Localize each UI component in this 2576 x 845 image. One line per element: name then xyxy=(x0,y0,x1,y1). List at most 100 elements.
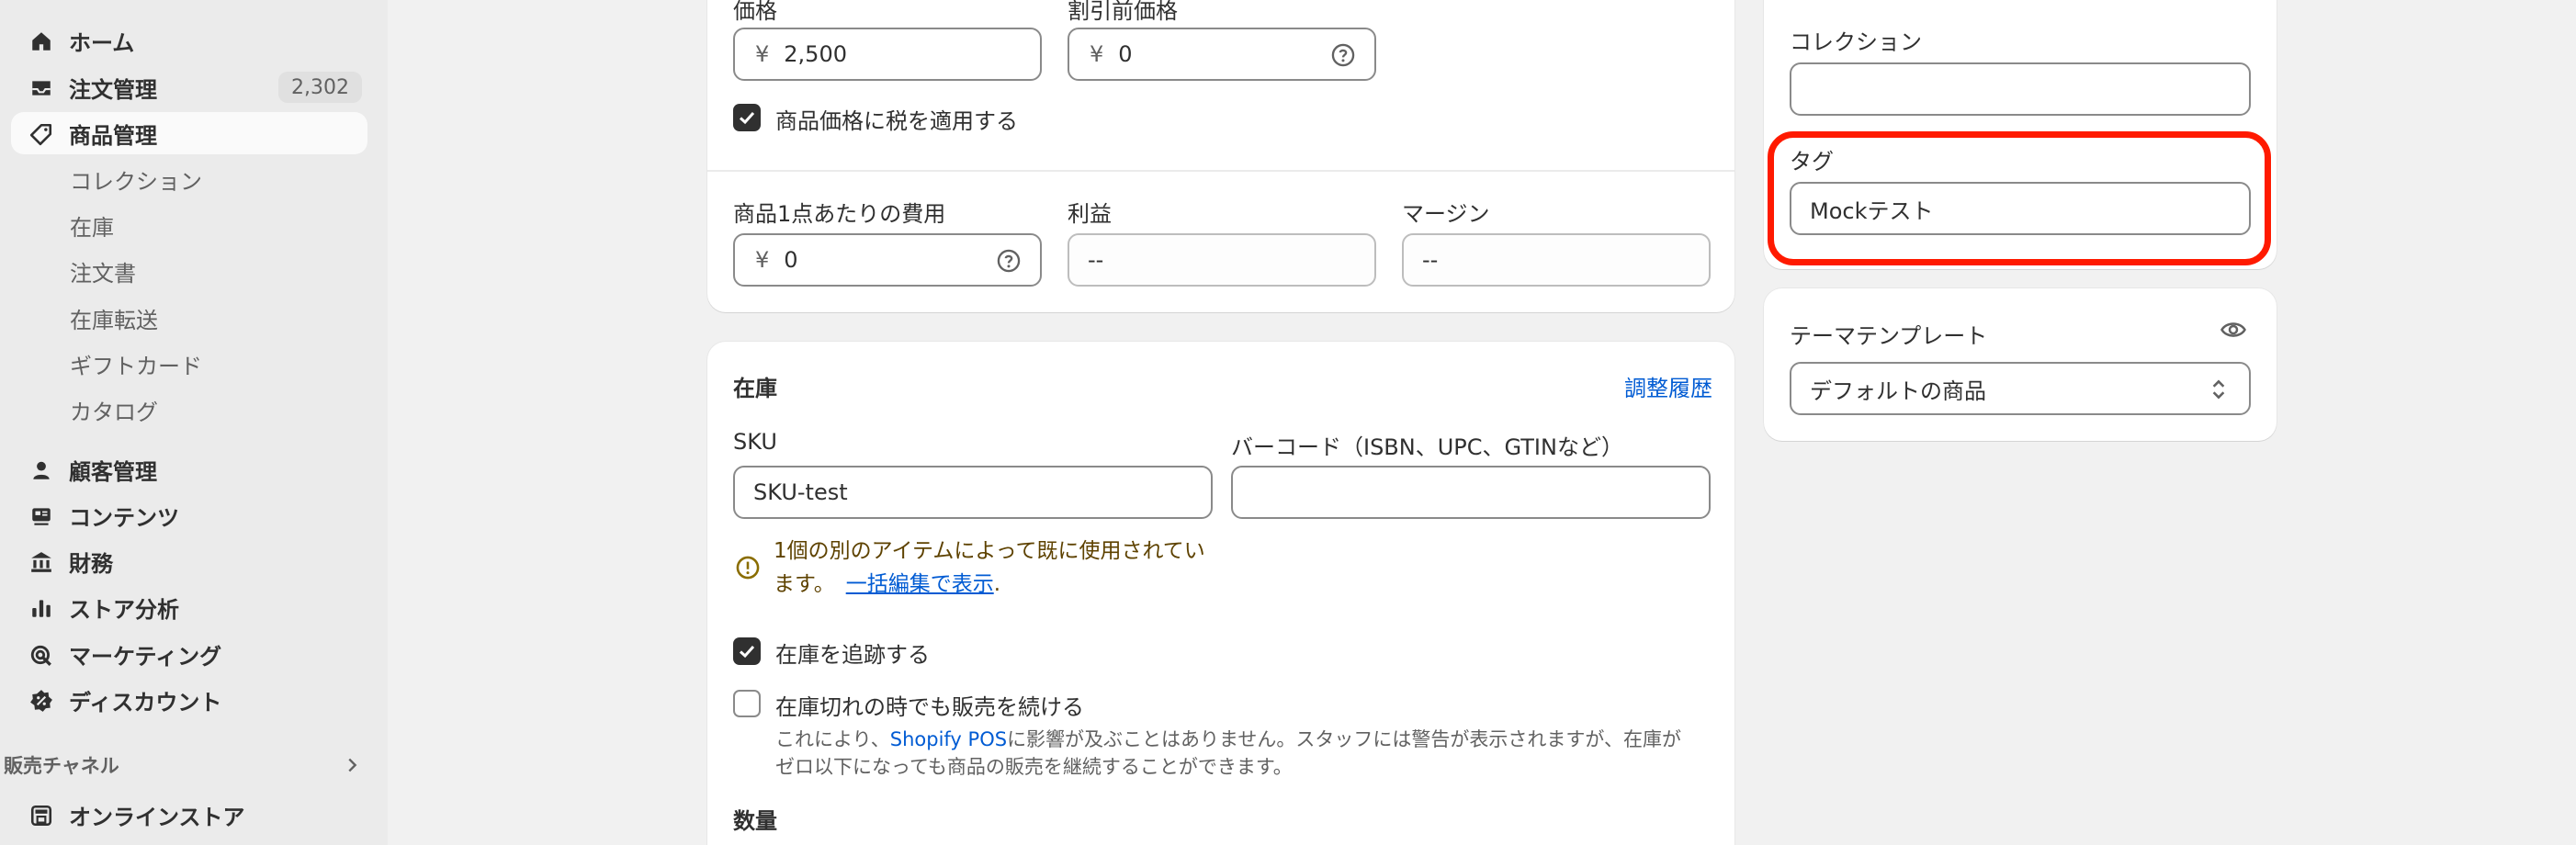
continue-selling-checkbox[interactable] xyxy=(733,690,761,717)
compare-price-label: 割引前価格 xyxy=(1068,0,1178,24)
sidebar-subitem-gift-cards[interactable]: ギフトカード xyxy=(11,343,367,385)
sidebar-item-products[interactable]: 商品管理 xyxy=(11,112,367,154)
track-inventory-label: 在庫を追跡する xyxy=(775,642,930,668)
price-label: 価格 xyxy=(733,0,777,24)
store-icon xyxy=(29,804,53,828)
margin-label: マージン xyxy=(1402,201,1490,227)
collection-label: コレクション xyxy=(1790,29,1922,55)
continue-selling-label: 在庫切れの時でも販売を続ける xyxy=(775,694,1084,720)
sidebar-item-orders[interactable]: 注文管理 2,302 xyxy=(11,66,367,108)
sidebar-item-label: 顧客管理 xyxy=(69,458,157,485)
price-input[interactable]: ¥ 2,500 xyxy=(733,28,1042,81)
continue-selling-help-line1: これにより、Shopify POSに影響が及ぶことはありません。スタッフには警告… xyxy=(775,726,1681,753)
sidebar-subitem-transfers[interactable]: 在庫転送 xyxy=(11,297,367,339)
sidebar-subitem-label: 在庫転送 xyxy=(70,307,158,333)
profit-label: 利益 xyxy=(1068,201,1112,227)
sidebar-item-marketing[interactable]: マーケティング xyxy=(11,633,367,675)
currency-prefix: ¥ xyxy=(755,41,770,67)
help-icon[interactable] xyxy=(996,248,1022,274)
sku-warning: 1個の別のアイテムによって既に使用されてい ます。 一括編集で表示. xyxy=(774,535,1205,601)
bulk-edit-link[interactable]: 一括編集で表示 xyxy=(846,572,994,596)
margin-value: -- xyxy=(1422,247,1439,273)
price-value: 2,500 xyxy=(784,41,847,67)
sidebar-subitem-label: 在庫 xyxy=(70,214,114,241)
inbox-icon xyxy=(29,76,53,100)
theme-template-value: デフォルトの商品 xyxy=(1810,377,1986,404)
collection-input[interactable] xyxy=(1790,62,2251,116)
bar-chart-icon xyxy=(29,596,53,620)
sku-warning-prefix: ます。 xyxy=(774,572,835,596)
sidebar-item-label: マーケティング xyxy=(69,643,222,670)
sidebar-item-label: ホーム xyxy=(69,29,135,56)
sidebar-item-analytics[interactable]: ストア分析 xyxy=(11,586,367,628)
sku-label: SKU xyxy=(733,429,777,455)
bank-icon xyxy=(29,550,53,574)
sidebar-item-discounts[interactable]: ディスカウント xyxy=(11,679,367,721)
content-icon xyxy=(29,504,53,528)
help-suffix: に影響が及ぶことはありません。スタッフには警告が表示されますが、在庫が xyxy=(1007,728,1682,750)
sidebar-item-label: コンテンツ xyxy=(69,504,179,531)
compare-price-input[interactable]: ¥ 0 xyxy=(1068,28,1376,81)
select-chevron-icon xyxy=(2207,377,2231,402)
eye-icon[interactable] xyxy=(2220,316,2247,344)
help-icon[interactable] xyxy=(1330,42,1356,68)
track-inventory-checkbox[interactable] xyxy=(733,637,761,665)
tax-checkbox-label: 商品価格に税を適用する xyxy=(775,108,1018,134)
sidebar-subitem-label: 注文書 xyxy=(70,260,136,287)
theme-template-select[interactable]: デフォルトの商品 xyxy=(1790,362,2251,415)
adjustment-history-link[interactable]: 調整履歴 xyxy=(1624,370,1712,402)
sidebar-subitem-inventory[interactable]: 在庫 xyxy=(11,204,367,246)
barcode-label: バーコード（ISBN、UPC、GTINなど） xyxy=(1231,434,1623,460)
sku-input[interactable]: SKU-test xyxy=(733,466,1213,519)
person-icon xyxy=(29,458,53,482)
margin-field: -- xyxy=(1402,233,1711,287)
sidebar-item-label: ストア分析 xyxy=(69,596,179,623)
shopify-pos-link[interactable]: Shopify POS xyxy=(890,728,1007,750)
home-icon xyxy=(29,29,53,53)
sales-channels-title: 販売チャネル xyxy=(4,755,119,777)
sidebar-subitem-collections[interactable]: コレクション xyxy=(11,158,367,200)
sidebar-item-label: オンラインストア xyxy=(69,804,245,830)
chevron-right-icon[interactable] xyxy=(342,755,362,775)
continue-selling-help: これにより、Shopify POSに影響が及ぶことはありません。スタッフには警告… xyxy=(775,726,1681,781)
sidebar-item-online-store[interactable]: オンラインストア xyxy=(11,794,367,836)
currency-prefix: ¥ xyxy=(1090,41,1104,67)
sidebar-subitem-purchase-orders[interactable]: 注文書 xyxy=(11,250,367,292)
sidebar-subitem-catalogs[interactable]: カタログ xyxy=(11,389,367,431)
sidebar-subitem-label: ギフトカード xyxy=(70,353,202,379)
profit-value: -- xyxy=(1088,247,1104,273)
sidebar-item-finance[interactable]: 財務 xyxy=(11,540,367,582)
discount-icon xyxy=(29,689,53,713)
currency-prefix: ¥ xyxy=(755,247,770,273)
target-icon xyxy=(29,643,53,667)
quantity-title: 数量 xyxy=(733,808,777,834)
sidebar-item-label: 商品管理 xyxy=(69,122,157,149)
divider xyxy=(707,170,1734,172)
cost-input[interactable]: ¥ 0 xyxy=(733,233,1042,287)
sidebar-item-customers[interactable]: 顧客管理 xyxy=(11,448,367,490)
sidebar-subitem-label: コレクション xyxy=(70,168,202,195)
sku-warning-line1: 1個の別のアイテムによって既に使用されてい xyxy=(774,539,1205,563)
orders-count-badge: 2,302 xyxy=(278,72,362,103)
sku-warning-end: . xyxy=(993,572,1001,596)
compare-price-value: 0 xyxy=(1118,41,1133,67)
sidebar-item-label: 注文管理 xyxy=(69,76,157,103)
cost-value: 0 xyxy=(784,247,798,273)
sidebar-item-content[interactable]: コンテンツ xyxy=(11,494,367,536)
cost-label: 商品1点あたりの費用 xyxy=(733,201,946,227)
barcode-input[interactable] xyxy=(1231,466,1711,519)
sidebar-item-label: ディスカウント xyxy=(69,689,222,715)
sidebar: ホーム 注文管理 2,302 商品管理 コレクション 在庫 注文書 在庫転送 ギ… xyxy=(0,0,388,845)
tax-checkbox[interactable] xyxy=(733,104,761,131)
tags-highlight-frame xyxy=(1768,131,2271,265)
checkmark-icon xyxy=(739,645,755,659)
sidebar-subitem-label: カタログ xyxy=(70,399,158,425)
continue-selling-help-line2: ゼロ以下になっても商品の販売を継続することができます。 xyxy=(775,756,1293,778)
inventory-title: 在庫 xyxy=(733,376,777,401)
sidebar-item-home[interactable]: ホーム xyxy=(11,19,367,62)
tag-icon xyxy=(29,122,53,146)
warning-icon xyxy=(735,555,761,580)
profit-field: -- xyxy=(1068,233,1376,287)
sidebar-item-label: 財務 xyxy=(69,550,113,577)
sku-warning-line2: ます。 一括編集で表示. xyxy=(774,568,1205,601)
